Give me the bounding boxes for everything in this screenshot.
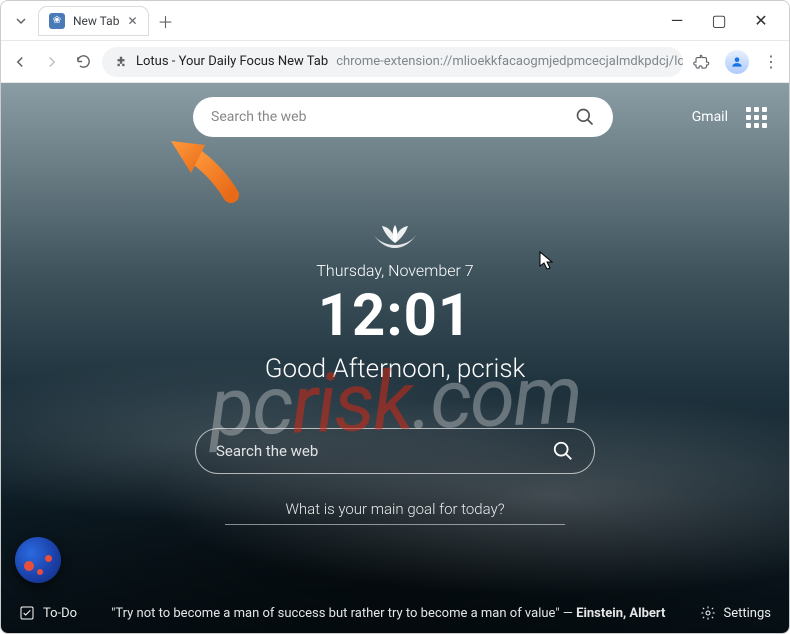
checklist-icon — [19, 605, 35, 621]
minimize-button[interactable]: — — [665, 11, 689, 30]
nav-icons — [11, 53, 92, 71]
reload-button[interactable] — [75, 53, 92, 70]
browser-window: ❀ New Tab ✕ ＋ — ▢ ✕ Lotus - Your Daily F… — [0, 0, 790, 634]
menu-button[interactable]: ⋮ — [763, 52, 779, 71]
tab-title: New Tab — [73, 14, 119, 28]
tab-favicon-icon: ❀ — [49, 13, 65, 29]
settings-button[interactable]: Settings — [700, 605, 771, 621]
arrow-right-icon — [43, 53, 61, 71]
top-search-placeholder: Search the web — [211, 109, 306, 125]
gmail-link[interactable]: Gmail — [692, 109, 728, 125]
forward-button[interactable] — [43, 53, 61, 71]
apps-grid-icon[interactable] — [746, 107, 767, 128]
top-search-bar[interactable]: Search the web — [193, 97, 613, 137]
newtab-page: Search the web Gmail Thursday, November … — [1, 83, 789, 633]
date-text: Thursday, November 7 — [316, 261, 473, 280]
clock-text: 12:01 — [318, 282, 472, 350]
search-icon — [552, 440, 574, 462]
quote-text: "Try not to become a man of success but … — [111, 606, 559, 621]
lotus-logo-icon — [372, 223, 418, 253]
quote-author: Einstein, Albert — [576, 606, 665, 621]
omnibox-url: chrome-extension://mlioekkfacaogmjedpmce… — [336, 54, 683, 69]
main-search-bar[interactable]: Search the web — [195, 428, 595, 474]
bottom-bar: To-Do "Try not to become a man of succes… — [1, 605, 789, 621]
extension-icon — [114, 55, 128, 69]
greeting-text: Good Afternoon, pcrisk — [265, 354, 526, 384]
browser-tab[interactable]: ❀ New Tab ✕ — [39, 7, 148, 35]
toolbar-right: ⋮ — [693, 50, 779, 74]
assistant-fab[interactable] — [15, 537, 61, 583]
top-row: Search the web Gmail — [1, 97, 789, 137]
search-icon — [575, 107, 595, 127]
titlebar: ❀ New Tab ✕ ＋ — ▢ ✕ — [1, 1, 789, 41]
back-button[interactable] — [11, 53, 29, 71]
main-search-placeholder: Search the web — [216, 442, 318, 460]
arrow-left-icon — [11, 53, 29, 71]
goal-input[interactable]: What is your main goal for today? — [225, 500, 565, 525]
reload-icon — [75, 53, 92, 70]
new-tab-button[interactable]: ＋ — [158, 9, 174, 33]
profile-avatar[interactable] — [725, 50, 749, 74]
omnibox-title: Lotus - Your Daily Focus New Tab — [136, 54, 328, 69]
settings-label: Settings — [724, 606, 771, 621]
person-icon — [730, 55, 744, 69]
center-panel: Thursday, November 7 12:01 Good Afternoo… — [1, 223, 789, 525]
todo-label: To-Do — [43, 606, 77, 621]
omnibox[interactable]: Lotus - Your Daily Focus New Tab chrome-… — [102, 47, 683, 77]
extensions-button[interactable] — [693, 53, 711, 71]
gear-icon — [700, 605, 716, 621]
address-bar: Lotus - Your Daily Focus New Tab chrome-… — [1, 41, 789, 83]
chevron-down-icon — [15, 15, 27, 27]
tab-search-dropdown[interactable] — [7, 7, 35, 35]
window-controls: — ▢ ✕ — [665, 11, 783, 30]
puzzle-icon — [693, 53, 711, 71]
close-window-button[interactable]: ✕ — [749, 11, 773, 30]
maximize-button[interactable]: ▢ — [707, 11, 731, 30]
quote: "Try not to become a man of success but … — [91, 606, 685, 621]
todo-button[interactable]: To-Do — [19, 605, 77, 621]
close-tab-icon[interactable]: ✕ — [127, 14, 137, 28]
top-links: Gmail — [692, 107, 767, 128]
quote-sep: — — [560, 606, 577, 621]
